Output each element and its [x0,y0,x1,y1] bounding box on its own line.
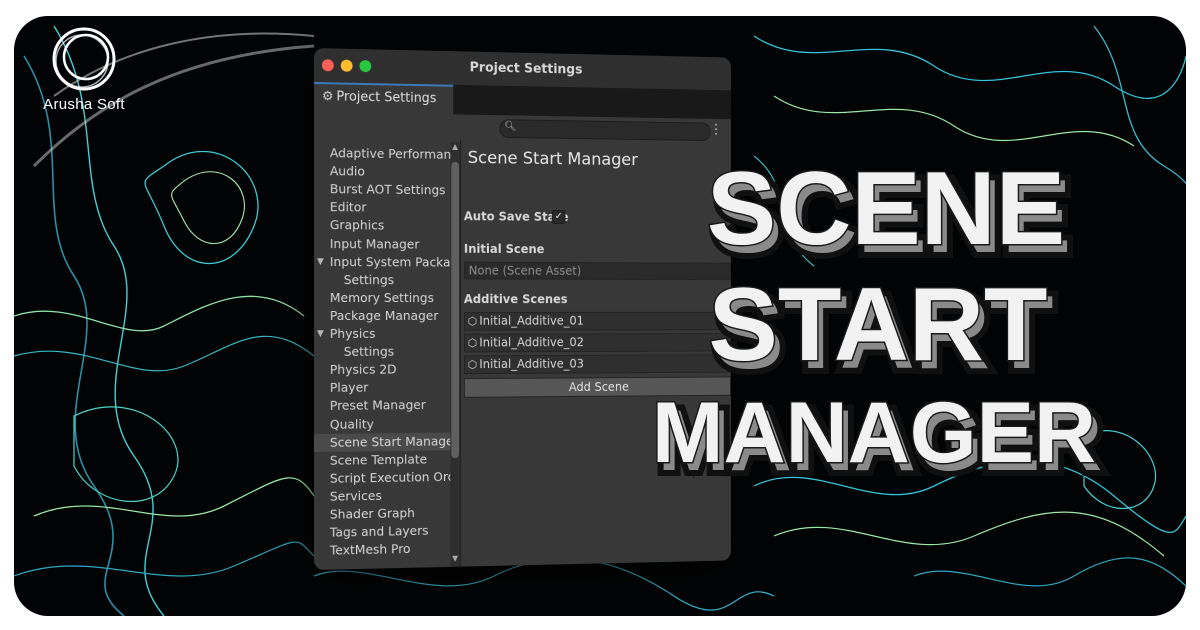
hero-title: SCENE SCENE START START MANAGER MANAGER [650,150,1108,496]
hero-line-manager: MANAGER [652,385,1096,481]
banner: Arusha Soft Project Settings ⚙ Project Se… [14,16,1186,616]
hero-line-scene: SCENE [707,151,1065,267]
hero-line-start: START [709,267,1048,383]
